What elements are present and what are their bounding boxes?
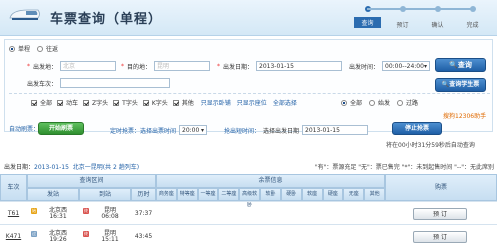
from-label: 出发地： [33, 63, 58, 71]
result-route: 北京一昆明(共 2 趟列车) [72, 163, 140, 171]
step-book: 预订 [385, 3, 437, 29]
select-all-link[interactable]: 全部选择 [273, 98, 297, 107]
type-t-checkbox[interactable] [113, 99, 120, 106]
col-book: 购票 [385, 174, 497, 201]
filter-pass-radio[interactable] [397, 99, 404, 106]
chevron-down-icon: ▾ [424, 62, 428, 70]
col-from: 发站 [27, 188, 79, 201]
date-input[interactable]: 2013-01-15 [256, 61, 343, 71]
step-query: 查询 [350, 3, 402, 28]
col-seat-2: 一等座 [197, 188, 219, 201]
terminal-badge-icon: 终 [83, 208, 89, 214]
query-panel: 单程 往返 * 出发地： 北京 * 目的地： 昆明 * 出发日期： 2013-01-1… [4, 39, 493, 133]
col-seat-8: 硬座 [322, 188, 344, 201]
train-type-filters: 全部 动车 Z字头 T字头 K字头 其他 只显示卧铺 只显示座位 全部选择 [31, 98, 297, 107]
col-seat-3: 二等座 [218, 188, 240, 201]
round-trip-radio[interactable] [37, 45, 44, 52]
col-seat-1: 特等座 [176, 188, 198, 201]
only-sleeper-link[interactable]: 只显示卧铺 [201, 98, 231, 107]
date-label: 出发日期： [223, 63, 254, 71]
auto-refresh-label: 自动刷票： [9, 126, 40, 133]
pass-badge-icon: 过 [31, 231, 37, 237]
origin-badge-icon: 始 [31, 208, 37, 214]
only-seat-link[interactable]: 只显示座位 [237, 98, 267, 107]
book-button[interactable]: 预 订 [413, 231, 467, 243]
filter-all-radio[interactable] [341, 99, 347, 106]
col-seat-7: 软座 [301, 188, 323, 201]
origin-filters: 全部 始发 过路 [341, 98, 418, 107]
train-no[interactable]: T61 [0, 210, 27, 217]
duration: 43:45 [134, 233, 153, 240]
col-seat-0: 商务座 [156, 188, 177, 201]
step-confirm: 确认 [420, 3, 472, 29]
duration: 37:37 [134, 210, 153, 217]
step-done: 完成 [455, 3, 490, 29]
promo-link[interactable]: 搜狗12306助手 [443, 111, 486, 120]
col-seat-5: 软卧 [260, 188, 281, 201]
result-info: 出发日期：2013-01-15 北京一昆明(共 2 趟列车) "有"：票源充足 … [4, 163, 494, 171]
type-all-checkbox[interactable] [31, 99, 37, 106]
train-no[interactable]: K471 [0, 233, 27, 240]
sel-date-input[interactable]: 2013-01-15 [302, 125, 369, 135]
progress-steps: 查询 预订 确认 完成 [350, 3, 490, 33]
query-button[interactable]: 🔍查询 [435, 58, 486, 72]
one-way-label: 单程 [18, 46, 31, 53]
type-k-checkbox[interactable] [142, 99, 149, 106]
col-seat-6: 硬卧 [280, 188, 302, 201]
col-train-no: 车次 [0, 174, 27, 201]
student-query-button[interactable]: 🔍查询学生票 [435, 78, 486, 92]
train-no-label: 出发车次： [27, 80, 58, 88]
stop-refresh-button[interactable]: 停止抢票 [392, 122, 442, 135]
col-to: 到站 [79, 188, 131, 201]
dep-time: 19:26 [49, 236, 67, 243]
train-no-input[interactable] [60, 78, 171, 88]
time-select[interactable]: 00:00--24:00 ▾ [382, 61, 431, 71]
from-input[interactable]: 北京 [60, 61, 117, 71]
col-duration: 历时 [131, 188, 156, 201]
legend-text: "有"：票源充足 "无"：票已售完 "*"：未到起售时间 "--"：无此席别 [314, 163, 494, 171]
col-fare: 余票信息 [156, 174, 385, 188]
col-section: 查询区间 [27, 174, 156, 188]
one-way-radio[interactable] [9, 45, 15, 52]
time-label: 出发时间： [349, 63, 380, 71]
arr-time: 15:11 [101, 236, 119, 243]
round-trip-label: 往返 [46, 46, 59, 53]
sel-date-label: 选择出发日期 [263, 127, 300, 135]
col-seat-9: 无座 [343, 188, 365, 201]
dep-time: 16:31 [49, 213, 67, 220]
search-icon: 🔍 [449, 61, 458, 69]
timed-select[interactable]: 20:00 ▾ [179, 125, 208, 135]
type-d-checkbox[interactable] [57, 99, 64, 106]
timed-label: 定时抢票：选择出票时间 [110, 127, 177, 135]
book-button[interactable]: 预 订 [413, 208, 467, 220]
chevron-down-icon: ▾ [201, 126, 205, 134]
to-label: 目的地： [127, 63, 152, 71]
arr-time: 06:08 [101, 213, 119, 220]
filter-origin-radio[interactable] [369, 99, 376, 106]
type-other-checkbox[interactable] [172, 99, 179, 106]
col-seat-4: 高级软卧 [239, 188, 261, 208]
ticket-query-page: 车票查询（单程） 查询 预订 确认 完成 单程 往返 * 出发地： 北京 * 目的地… [0, 0, 497, 252]
result-date: 2013-01-15 [34, 163, 69, 171]
sel-time-label: 抢出短时间： [224, 127, 261, 135]
start-refresh-button[interactable]: 开始刷票 [38, 122, 84, 135]
train-icon [9, 9, 40, 20]
terminal-badge-icon: 终 [83, 231, 89, 237]
page-header: 车票查询（单程） 查询 预订 确认 完成 [0, 0, 497, 36]
col-seat-10: 其他 [364, 188, 385, 201]
type-z-checkbox[interactable] [83, 99, 90, 106]
countdown-note: 将在00小时31分59秒后自动查询 [386, 142, 475, 149]
to-input[interactable]: 昆明 [154, 61, 211, 71]
page-title: 车票查询（单程） [50, 12, 163, 27]
